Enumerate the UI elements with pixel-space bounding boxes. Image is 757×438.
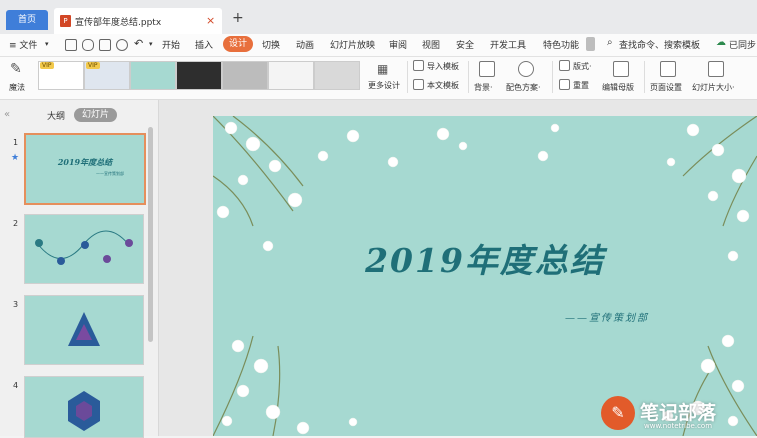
home-tab[interactable]: 首页 — [6, 10, 48, 30]
print-icon[interactable] — [99, 39, 111, 51]
import-template-button[interactable]: 导入模板 — [427, 61, 459, 72]
menu-overflow-icon[interactable] — [586, 37, 595, 51]
pen-logo-icon: ✎ — [601, 396, 635, 430]
more-design-button[interactable]: 更多设计 — [368, 80, 400, 91]
watermark-text: 笔记部落 — [640, 402, 717, 424]
thumbnail-subtitle: ——宣传策划部 — [96, 171, 124, 176]
document-tab-title: 宣传部年度总结.pptx — [75, 18, 162, 28]
menu-start[interactable]: 开始 — [162, 38, 180, 51]
thumbnail-number: 1 — [13, 138, 19, 147]
slide-subtitle[interactable]: ——宣传策划部 — [565, 309, 649, 324]
command-search[interactable]: 查找命令、搜索模板 — [619, 38, 700, 51]
menu-developer[interactable]: 开发工具 — [490, 38, 526, 51]
background-icon[interactable] — [479, 61, 495, 77]
search-icon[interactable]: ⌕ — [607, 37, 613, 48]
menu-insert[interactable]: 插入 — [195, 38, 213, 51]
slide-thumbnail-4[interactable] — [24, 376, 144, 438]
menu-review[interactable]: 审阅 — [389, 38, 407, 51]
menu-slideshow[interactable]: 幻灯片放映 — [330, 38, 375, 51]
design-template-5[interactable] — [222, 61, 268, 90]
tab-slides[interactable]: 幻灯片 — [74, 108, 118, 122]
menu-animation[interactable]: 动画 — [296, 38, 314, 51]
magic-button[interactable]: 魔法 — [9, 82, 25, 93]
design-template-7[interactable] — [314, 61, 360, 90]
file-chevron-icon[interactable]: ▾ — [45, 40, 49, 48]
color-scheme-button[interactable]: 配色方案· — [506, 82, 541, 93]
layout-icon[interactable] — [559, 60, 570, 71]
tab-outline[interactable]: 大纲 — [47, 109, 65, 122]
design-ribbon: ✎ 魔法 VIP VIP ▦ 更多设计 导入模板 本文模板 背景· 配色方案· … — [0, 57, 757, 100]
vip-badge: VIP — [86, 62, 100, 69]
background-button[interactable]: 背景· — [474, 82, 493, 93]
reset-button[interactable]: 重置 — [573, 80, 589, 91]
watermark-url: www.notetribe.com — [644, 422, 713, 430]
edit-master-icon[interactable] — [613, 61, 629, 77]
page-setup-button[interactable]: 页面设置 — [650, 82, 682, 93]
animation-star-icon: ★ — [11, 153, 20, 163]
export-icon[interactable] — [116, 39, 128, 51]
collapse-panel-icon[interactable]: « — [4, 109, 10, 120]
menu-view[interactable]: 视图 — [422, 38, 440, 51]
slide-thumbnail-3[interactable] — [24, 295, 144, 365]
design-template-4[interactable] — [176, 61, 222, 90]
vip-badge: VIP — [40, 62, 54, 69]
thumbnail-scrollbar[interactable] — [148, 127, 153, 342]
new-tab-button[interactable]: + — [232, 10, 244, 26]
undo-chevron-icon[interactable]: ▾ — [149, 40, 153, 48]
thumbnail-title: 2019年度总结 — [57, 157, 113, 167]
text-template-icon[interactable] — [413, 79, 424, 90]
thumbnail-number: 3 — [13, 300, 19, 309]
slide-thumbnail-2[interactable] — [24, 214, 144, 284]
design-template-3[interactable] — [130, 61, 176, 90]
save-icon[interactable] — [65, 39, 77, 51]
slide-size-button[interactable]: 幻灯片大小· — [692, 82, 735, 93]
slide-size-icon[interactable] — [708, 61, 724, 77]
menu-transition[interactable]: 切换 — [262, 38, 280, 51]
current-slide[interactable]: 2019年度总结 ——宣传策划部 — [213, 116, 757, 436]
design-template-6[interactable] — [268, 61, 314, 90]
grid-icon[interactable]: ▦ — [377, 62, 388, 76]
file-menu[interactable]: ≡ 文件 — [9, 38, 37, 51]
cloud-sync-icon[interactable]: ☁ — [716, 37, 726, 48]
menu-design[interactable]: 设计 — [223, 36, 254, 52]
undo-icon[interactable]: ↶ — [134, 37, 143, 50]
color-scheme-icon[interactable] — [518, 61, 534, 77]
import-template-icon[interactable] — [413, 60, 424, 71]
slide-title[interactable]: 2019年度总结 — [213, 234, 757, 282]
menu-bar: ≡ 文件 ▾ ↶ ▾ 开始 插入 设计 切换 动画 幻灯片放映 审阅 视图 安全… — [0, 34, 757, 57]
ppt-file-icon: P — [60, 15, 71, 27]
ribbon-divider — [644, 61, 645, 93]
magic-wand-icon[interactable]: ✎ — [10, 61, 22, 77]
menu-features[interactable]: 特色功能 — [543, 38, 579, 51]
ribbon-divider — [407, 61, 408, 93]
slide-thumbnail-1[interactable]: 2019年度总结 ——宣传策划部 — [24, 133, 146, 205]
page-setup-icon[interactable] — [660, 61, 676, 77]
close-tab-icon[interactable]: × — [206, 14, 215, 27]
edit-master-button[interactable]: 编辑母版 — [602, 82, 634, 93]
triangle-diagram-preview — [68, 312, 100, 346]
document-tab[interactable]: P 宣传部年度总结.pptx × — [54, 8, 222, 34]
timeline-diagram-preview — [35, 230, 133, 265]
hexagon-diagram-preview — [68, 391, 100, 431]
ribbon-divider — [552, 61, 553, 93]
layout-button[interactable]: 版式· — [573, 61, 592, 72]
tab-strip: 首页 P 宣传部年度总结.pptx × + — [0, 0, 757, 34]
reset-icon[interactable] — [559, 79, 570, 90]
sync-status[interactable]: 已同步 — [729, 38, 756, 51]
menu-security[interactable]: 安全 — [456, 38, 474, 51]
text-template-button[interactable]: 本文模板 — [427, 80, 459, 91]
thumbnail-number: 4 — [13, 381, 19, 390]
ribbon-divider — [468, 61, 469, 93]
thumbnail-number: 2 — [13, 219, 19, 228]
print-preview-icon[interactable] — [82, 39, 94, 51]
